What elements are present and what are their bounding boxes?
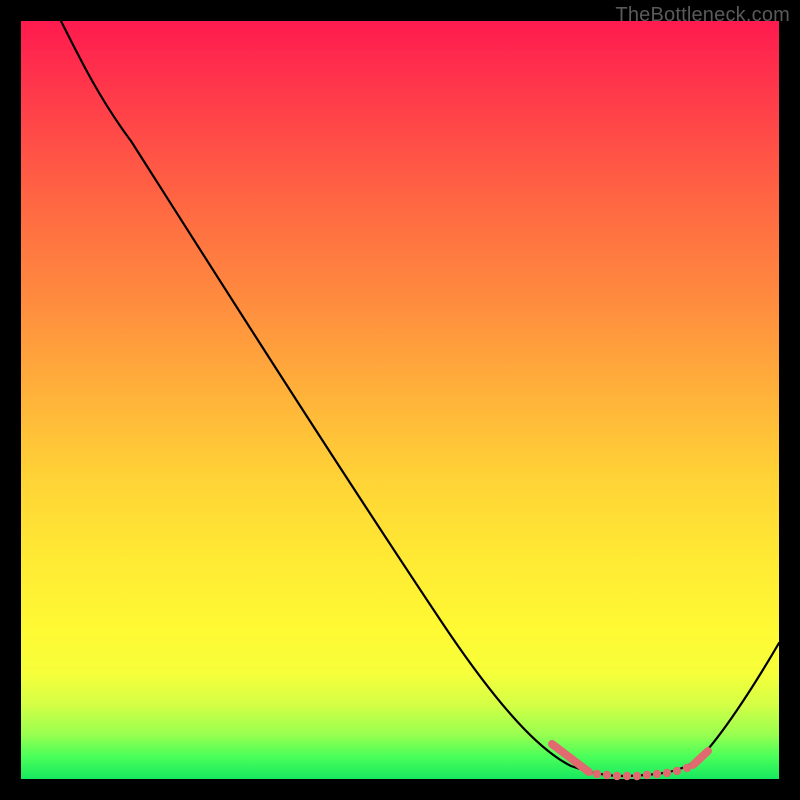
chart-frame: TheBottleneck.com: [0, 0, 800, 800]
plot-area: [21, 21, 779, 779]
marker-dot: [673, 767, 681, 775]
bottleneck-curve: [61, 21, 779, 776]
marker-dot: [623, 772, 631, 780]
marker-dot: [653, 770, 661, 778]
marker-segment-right: [693, 751, 708, 765]
marker-dot: [593, 770, 601, 778]
marker-dot: [603, 771, 611, 779]
marker-dot: [663, 769, 671, 777]
marker-dot: [643, 771, 651, 779]
marker-dot: [613, 772, 621, 780]
curve-svg: [21, 21, 779, 779]
watermark-text: TheBottleneck.com: [615, 4, 790, 27]
marker-dot: [633, 772, 641, 780]
